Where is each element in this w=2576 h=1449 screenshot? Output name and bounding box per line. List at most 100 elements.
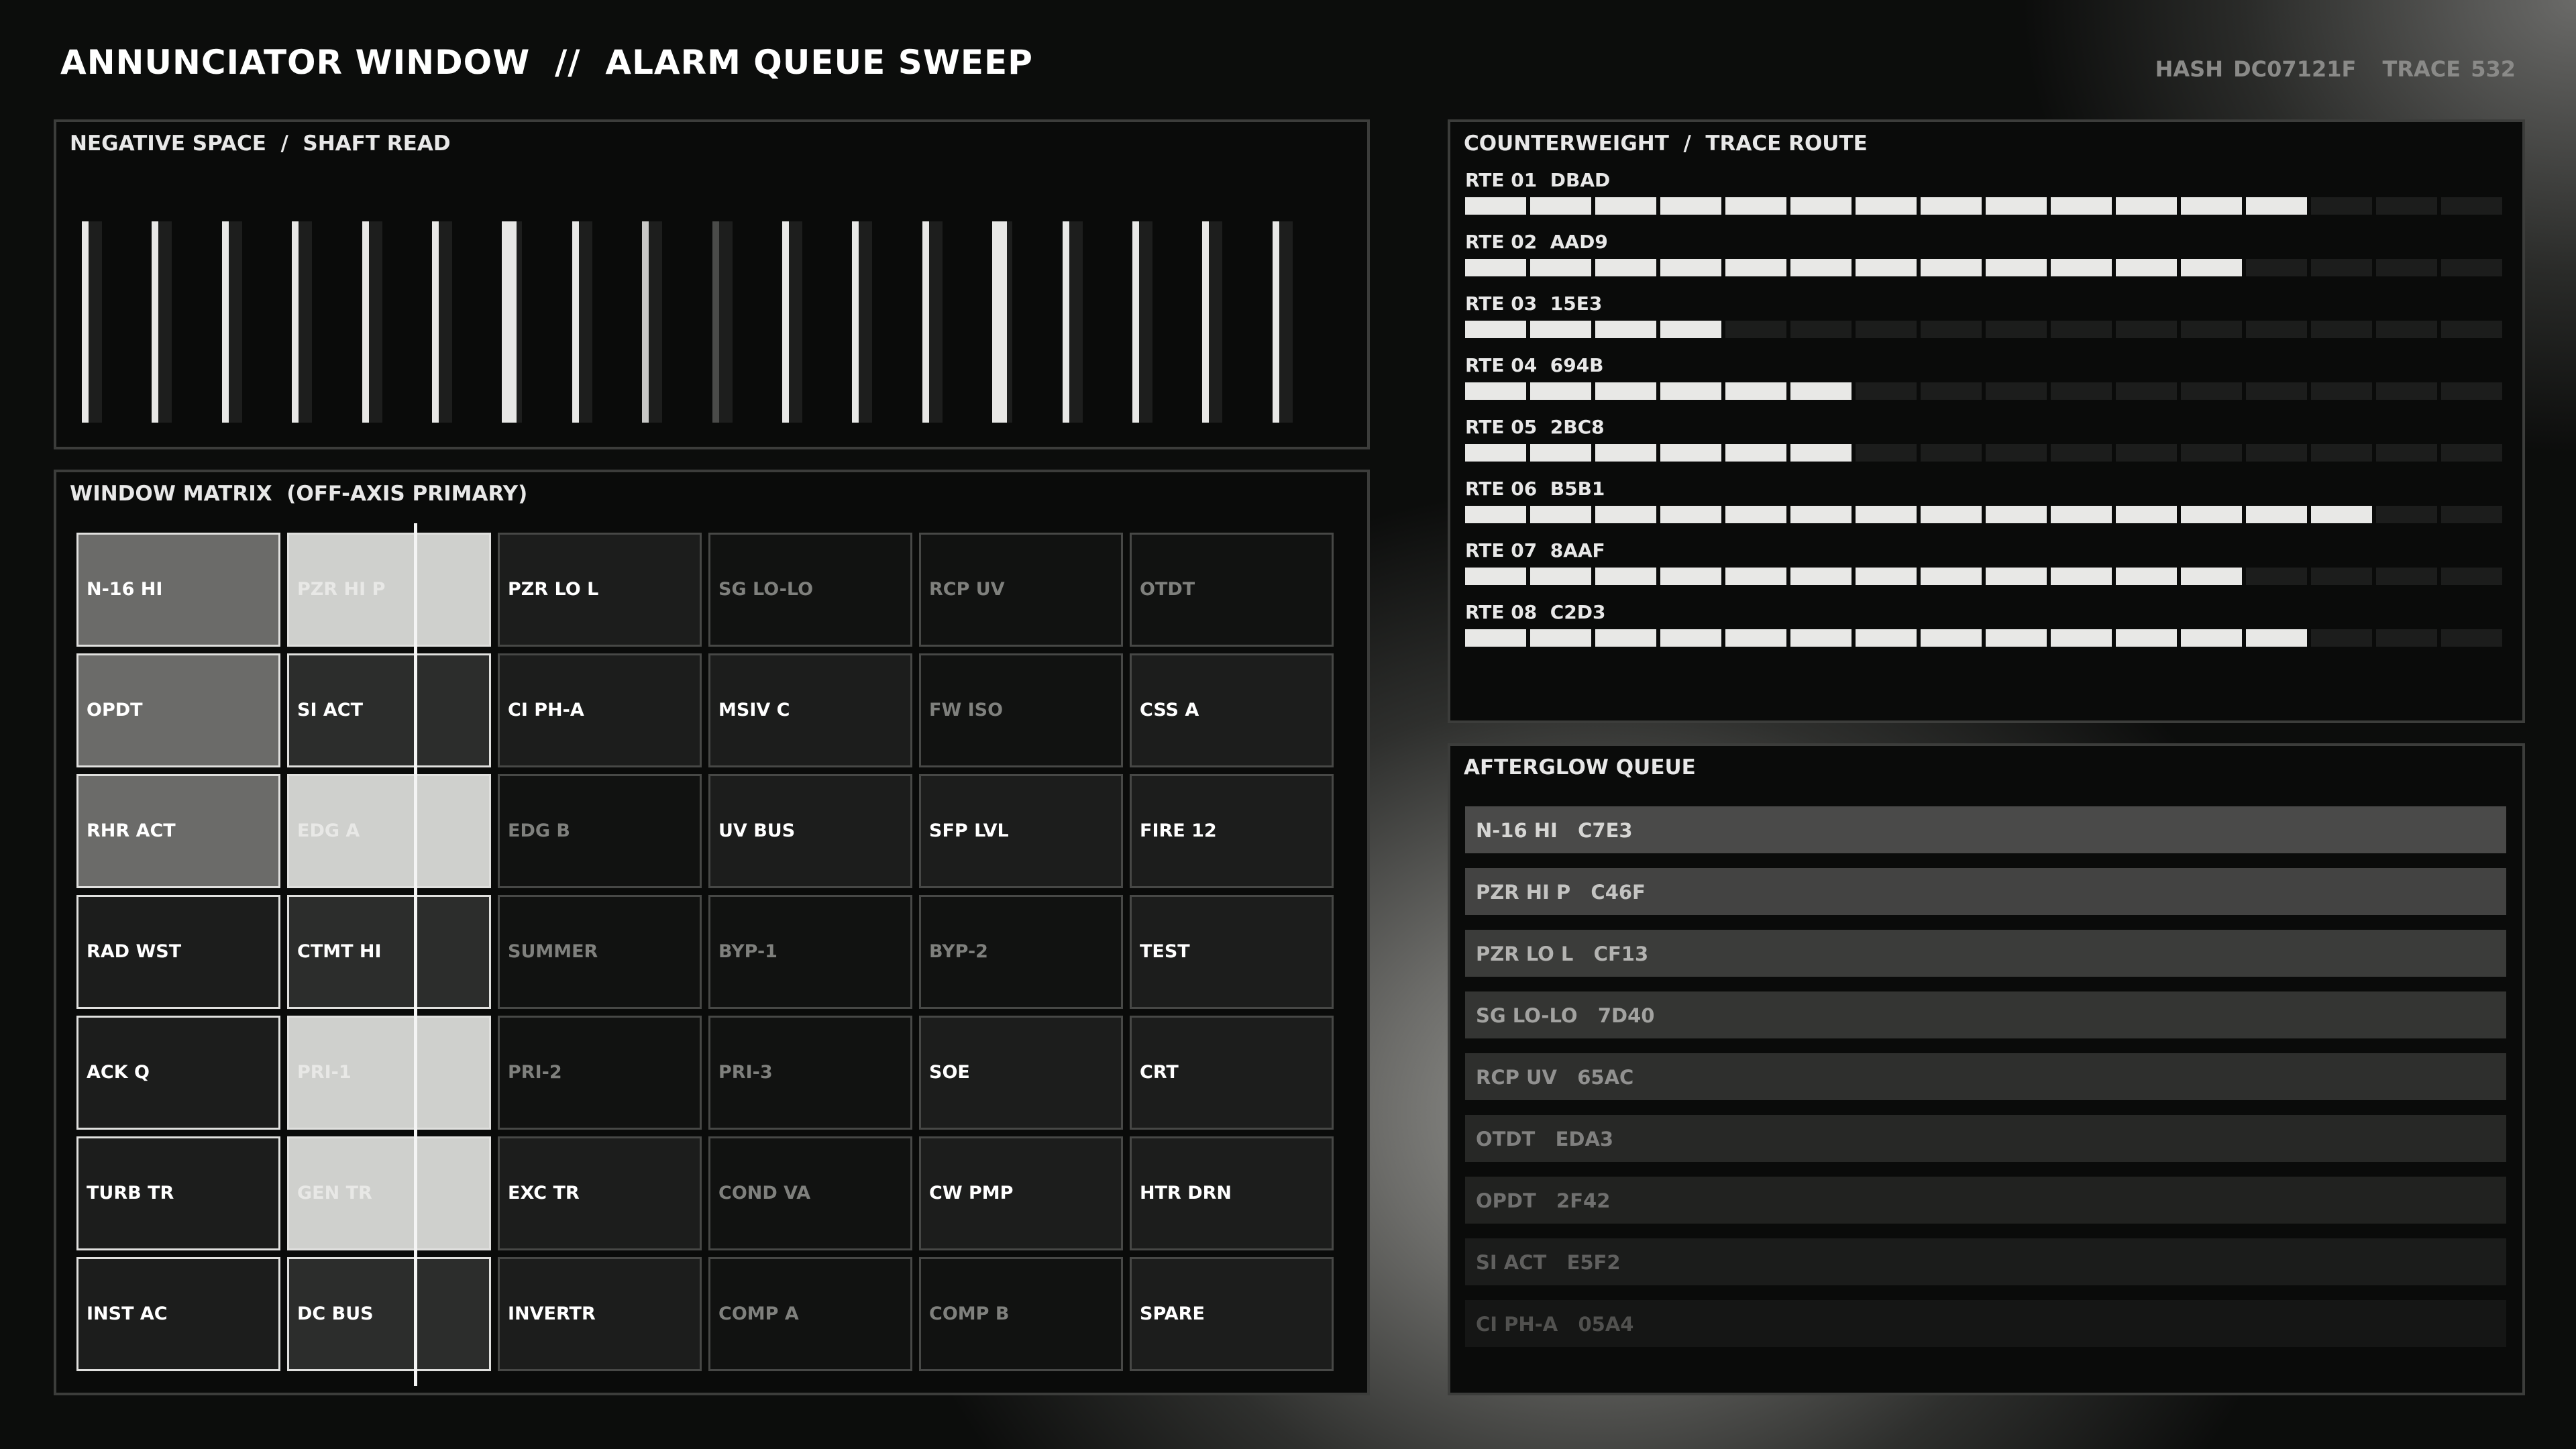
annunciator-window[interactable]: PRI-3 <box>708 1016 912 1130</box>
route-segment-filled <box>1530 506 1591 523</box>
annunciator-window[interactable]: OPDT <box>76 653 280 767</box>
shaft-bar <box>642 221 649 423</box>
shaft-bar <box>992 221 1008 423</box>
annunciator-window[interactable]: ACK Q <box>76 1016 280 1130</box>
route-segment-filled <box>1790 629 1851 647</box>
annunciator-window[interactable]: CRT <box>1130 1016 1334 1130</box>
annunciator-window[interactable]: COND VA <box>708 1136 912 1250</box>
window-label: N-16 HI <box>87 579 163 600</box>
route-segment-filled <box>2116 197 2177 215</box>
afterglow-queue-item[interactable]: SI ACT E5F2 <box>1465 1238 2506 1285</box>
annunciator-window[interactable]: RCP UV <box>919 533 1123 647</box>
window-label: EXC TR <box>508 1183 580 1203</box>
route-segment-filled <box>1595 568 1656 585</box>
annunciator-window[interactable]: INST AC <box>76 1257 280 1371</box>
annunciator-window[interactable]: EXC TR <box>498 1136 702 1250</box>
annunciator-window[interactable]: TURB TR <box>76 1136 280 1250</box>
route-segment-empty <box>1986 382 2047 400</box>
annunciator-window[interactable]: SPARE <box>1130 1257 1334 1371</box>
route-progress-bar <box>1465 506 2512 523</box>
afterglow-queue-item[interactable]: PZR LO L CF13 <box>1465 930 2506 977</box>
route-segment-empty <box>2376 568 2437 585</box>
annunciator-window[interactable]: CI PH-A <box>498 653 702 767</box>
annunciator-window[interactable]: DC BUS <box>287 1257 491 1371</box>
route-progress-bar <box>1465 259 2512 276</box>
route-segment-filled <box>1856 197 1917 215</box>
route-segment-filled <box>2181 506 2242 523</box>
window-label: EDG A <box>297 820 360 841</box>
annunciator-window[interactable]: HTR DRN <box>1130 1136 1334 1250</box>
window-matrix-panel: WINDOW MATRIX (OFF-AXIS PRIMARY) N-16 HI… <box>54 470 1370 1395</box>
route-segment-empty <box>2441 506 2502 523</box>
annunciator-window[interactable]: CTMT HI <box>287 895 491 1009</box>
afterglow-queue-item[interactable]: OPDT 2F42 <box>1465 1177 2506 1224</box>
shaft-read-panel: NEGATIVE SPACE / SHAFT READ <box>54 119 1370 449</box>
annunciator-window[interactable]: COMP B <box>919 1257 1123 1371</box>
route-segment-empty <box>2441 382 2502 400</box>
annunciator-window[interactable]: SUMMER <box>498 895 702 1009</box>
annunciator-window[interactable]: UV BUS <box>708 774 912 888</box>
annunciator-window[interactable]: PZR LO L <box>498 533 702 647</box>
route-segment-filled <box>1595 259 1656 276</box>
route-progress-bar <box>1465 629 2512 647</box>
afterglow-queue-item[interactable]: OTDT EDA3 <box>1465 1115 2506 1162</box>
annunciator-window[interactable]: GEN TR <box>287 1136 491 1250</box>
route-segment-filled <box>2116 506 2177 523</box>
afterglow-queue-panel: AFTERGLOW QUEUE N-16 HI C7E3 PZR HI P C46… <box>1448 743 2525 1395</box>
afterglow-queue-item[interactable]: RCP UV 65AC <box>1465 1053 2506 1100</box>
route-segment-filled <box>1921 259 1982 276</box>
annunciator-window[interactable]: BYP-2 <box>919 895 1123 1009</box>
matrix-panel-title: WINDOW MATRIX (OFF-AXIS PRIMARY) <box>70 482 528 506</box>
annunciator-window[interactable]: TEST <box>1130 895 1334 1009</box>
route-segment-empty <box>2441 444 2502 462</box>
afterglow-queue-item[interactable]: SG LO-LO 7D40 <box>1465 991 2506 1038</box>
trace-panel-title: COUNTERWEIGHT / TRACE ROUTE <box>1464 131 1868 156</box>
route-segment-empty <box>2246 321 2307 338</box>
annunciator-window[interactable]: COMP A <box>708 1257 912 1371</box>
window-label: RAD WST <box>87 941 182 962</box>
annunciator-window[interactable]: EDG A <box>287 774 491 888</box>
annunciator-window[interactable]: MSIV C <box>708 653 912 767</box>
trace-route-row: RTE 08 C2D3 <box>1465 601 2512 647</box>
route-segment-empty <box>2246 568 2307 585</box>
annunciator-window[interactable]: PZR HI P <box>287 533 491 647</box>
route-segment-empty <box>2116 321 2177 338</box>
annunciator-window[interactable]: RAD WST <box>76 895 280 1009</box>
window-label: PZR LO L <box>508 579 599 600</box>
queue-item-text: SI ACT E5F2 <box>1476 1251 1621 1274</box>
annunciator-window[interactable]: SOE <box>919 1016 1123 1130</box>
annunciator-window[interactable]: RHR ACT <box>76 774 280 888</box>
route-segment-filled <box>1921 629 1982 647</box>
annunciator-window[interactable]: BYP-1 <box>708 895 912 1009</box>
route-segment-empty <box>1856 382 1917 400</box>
annunciator-window[interactable]: CSS A <box>1130 653 1334 767</box>
annunciator-window[interactable]: SFP LVL <box>919 774 1123 888</box>
route-progress-bar <box>1465 382 2512 400</box>
route-segment-filled <box>1465 444 1526 462</box>
annunciator-window[interactable]: PRI-2 <box>498 1016 702 1130</box>
window-label: COMP B <box>929 1303 1010 1324</box>
annunciator-window[interactable]: SG LO-LO <box>708 533 912 647</box>
trace-route-row: RTE 07 8AAF <box>1465 539 2512 585</box>
annunciator-window[interactable]: SI ACT <box>287 653 491 767</box>
shaft-bar <box>852 221 859 423</box>
queue-item-text: PZR LO L CF13 <box>1476 943 1649 965</box>
annunciator-window[interactable]: INVERTR <box>498 1257 702 1371</box>
afterglow-queue-item[interactable]: PZR HI P C46F <box>1465 868 2506 915</box>
annunciator-window[interactable]: FIRE 12 <box>1130 774 1334 888</box>
route-segment-empty <box>2311 568 2372 585</box>
route-segment-filled <box>1986 259 2047 276</box>
annunciator-window[interactable]: PRI-1 <box>287 1016 491 1130</box>
annunciator-window[interactable]: OTDT <box>1130 533 1334 647</box>
window-label: SPARE <box>1140 1303 1205 1324</box>
afterglow-queue-item[interactable]: N-16 HI C7E3 <box>1465 806 2506 853</box>
annunciator-window[interactable]: N-16 HI <box>76 533 280 647</box>
window-label: BYP-2 <box>929 941 988 962</box>
route-segment-filled <box>1921 568 1982 585</box>
annunciator-window[interactable]: FW ISO <box>919 653 1123 767</box>
annunciator-window[interactable]: CW PMP <box>919 1136 1123 1250</box>
annunciator-window[interactable]: EDG B <box>498 774 702 888</box>
afterglow-queue-item[interactable]: CI PH-A 05A4 <box>1465 1300 2506 1347</box>
route-segment-filled <box>2246 197 2307 215</box>
route-label: RTE 05 2BC8 <box>1465 416 1605 438</box>
